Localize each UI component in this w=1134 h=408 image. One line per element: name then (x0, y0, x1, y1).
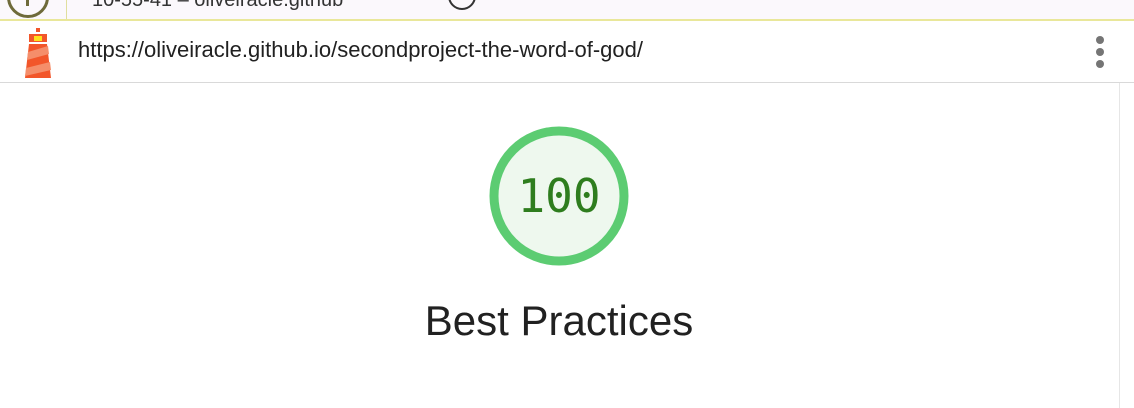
browser-top-strip: 10-55-41 – oliveiracle.github (0, 0, 1134, 21)
plus-icon (26, 0, 29, 6)
tab-title[interactable]: 10-55-41 – oliveiracle.github (92, 0, 343, 12)
score-value: 100 (517, 169, 601, 223)
kebab-menu-icon[interactable] (1092, 34, 1108, 70)
divider (66, 0, 67, 19)
report-content: 100 Best Practices (0, 83, 1119, 408)
report-header: https://oliveiracle.github.io/secondproj… (0, 21, 1134, 83)
category-title: Best Practices (424, 297, 694, 344)
scrollbar[interactable] (1119, 83, 1134, 408)
lighthouse-icon (25, 28, 51, 78)
report-url[interactable]: https://oliveiracle.github.io/secondproj… (78, 37, 643, 63)
info-icon[interactable] (448, 0, 476, 10)
